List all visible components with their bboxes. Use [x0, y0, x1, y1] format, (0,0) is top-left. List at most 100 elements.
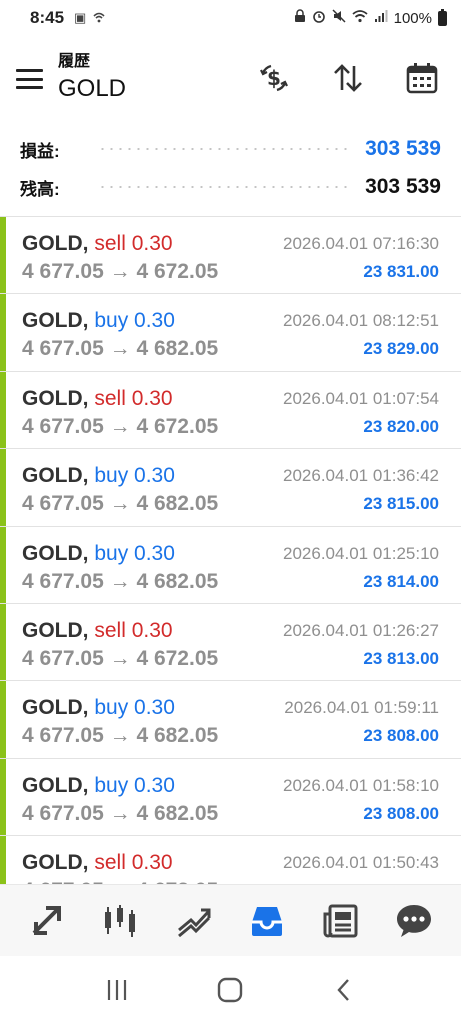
sort-icon[interactable] [328, 58, 368, 98]
trade-profit: 23 815.00 [363, 494, 439, 514]
trade-row[interactable]: GOLD, sell 0.30 4 677.05 → 4 672.05 2026… [0, 371, 461, 450]
trade-row[interactable]: GOLD, sell 0.30 4 677.05 → 4 672.05 2026… [0, 217, 461, 295]
battery-percent: 100% [393, 9, 432, 27]
calendar-icon[interactable] [402, 58, 442, 98]
position-indicator [0, 217, 6, 294]
trade-title: GOLD, sell 0.30 [22, 386, 173, 412]
open-price: 4 677.05 [22, 724, 104, 748]
tab-history[interactable] [242, 896, 292, 946]
position-indicator [0, 449, 6, 526]
trade-volume: 0.30 [134, 464, 175, 488]
trade-title: GOLD, buy 0.30 [22, 541, 175, 567]
trade-datetime: 2026.04.01 01:59:11 [284, 698, 439, 718]
trade-title: GOLD, sell 0.30 [22, 850, 173, 876]
trade-title: GOLD, sell 0.30 [22, 618, 173, 644]
back-button[interactable] [319, 970, 369, 1010]
system-nav-bar [0, 956, 461, 1024]
trade-datetime: 2026.04.01 07:16:30 [283, 234, 439, 253]
lock-icon [294, 9, 306, 27]
currency-exchange-icon[interactable]: $ [254, 58, 294, 98]
status-bar: 8:45 ▣ 100% [0, 0, 461, 36]
chart-icon [105, 904, 136, 937]
open-price: 4 677.05 [22, 646, 104, 670]
wifi-icon [352, 9, 368, 27]
dotted-leader [98, 186, 348, 188]
header-title: GOLD [58, 75, 127, 102]
trade-volume: 0.30 [131, 851, 173, 875]
recents-button[interactable] [92, 970, 142, 1010]
trade-row[interactable]: GOLD, buy 0.30 4 677.05 → 4 682.05 2026.… [0, 526, 461, 604]
signal-icon [374, 9, 388, 27]
trade-symbol: GOLD, [22, 851, 89, 875]
position-indicator [0, 371, 6, 449]
tab-chart[interactable] [95, 896, 145, 946]
position-indicator [0, 758, 6, 836]
account-summary: 損益: 303 539 残高: 303 539 [0, 130, 461, 206]
trade-side: buy [94, 541, 129, 565]
header-subtitle: 履歴 [58, 53, 91, 70]
trade-row[interactable]: GOLD, sell 0.30 4 677.05 → 4 672.05 2026… [0, 836, 461, 884]
position-indicator [0, 836, 6, 884]
trade-prices: 4 677.05 → 4 682.05 [22, 801, 218, 827]
trade-title: GOLD, buy 0.30 [22, 308, 175, 334]
profit-row: 損益: 303 539 [0, 130, 461, 168]
trade-datetime: 2026.04.01 01:25:10 [283, 543, 439, 563]
home-icon [218, 977, 243, 1003]
trade-side: sell [94, 232, 126, 255]
quotes-icon [32, 905, 61, 935]
close-price: 4 682.05 [136, 569, 219, 593]
position-indicator [0, 526, 6, 603]
close-price: 4 682.05 [136, 337, 219, 361]
tab-trade[interactable] [169, 896, 219, 946]
trade-volume: 0.30 [131, 232, 173, 255]
tab-messages[interactable] [389, 896, 439, 946]
trade-side: sell [94, 386, 126, 410]
svg-text:$: $ [267, 66, 281, 90]
messages-icon [397, 904, 432, 937]
trade-profit: 23 831.00 [363, 262, 439, 281]
close-price: 4 672.05 [136, 260, 219, 283]
trade-symbol: GOLD, [22, 773, 89, 797]
tab-news[interactable] [316, 896, 366, 946]
trade-symbol: GOLD, [22, 309, 89, 333]
trade-symbol: GOLD, [22, 618, 89, 642]
status-time: 8:45 [30, 8, 65, 27]
trade-prices: 4 677.05 → 4 682.05 [22, 569, 218, 595]
balance-value: 303 539 [365, 175, 441, 198]
trade-title: GOLD, buy 0.30 [22, 463, 175, 489]
close-price: 4 672.05 [136, 414, 219, 438]
balance-row: 残高: 303 539 [0, 168, 461, 206]
wifi-call-icon [92, 10, 106, 27]
home-button[interactable] [205, 970, 255, 1010]
trade-row[interactable]: GOLD, sell 0.30 4 677.05 → 4 672.05 2026… [0, 603, 461, 682]
trade-volume: 0.30 [131, 618, 173, 642]
trade-profit: 23 814.00 [363, 571, 439, 591]
trade-history-list[interactable]: GOLD, sell 0.30 4 677.05 → 4 672.05 2026… [0, 216, 461, 884]
trade-profit: 23 808.00 [363, 726, 439, 746]
news-icon [323, 904, 358, 937]
trade-prices: 4 677.05 → 4 672.05 [22, 646, 218, 672]
close-price: 4 682.05 [136, 801, 219, 825]
trade-prices: 4 677.05 → 4 672.05 [22, 414, 218, 440]
alarm-icon [312, 9, 326, 27]
trade-title: GOLD, buy 0.30 [22, 695, 175, 721]
close-price: 4 682.05 [136, 492, 219, 516]
open-price: 4 677.05 [22, 414, 104, 438]
trade-profit: 23 813.00 [363, 648, 439, 668]
history-icon [252, 906, 283, 936]
trade-symbol: GOLD, [22, 696, 89, 720]
trade-profit: 23 808.00 [363, 803, 439, 823]
trade-row[interactable]: GOLD, buy 0.30 4 677.05 → 4 682.05 2026.… [0, 681, 461, 759]
trade-row[interactable]: GOLD, buy 0.30 4 677.05 → 4 682.05 2026.… [0, 758, 461, 837]
open-price: 4 677.05 [22, 260, 104, 283]
trade-volume: 0.30 [131, 386, 173, 410]
profit-label: 損益: [20, 141, 60, 161]
tab-quotes[interactable] [22, 896, 72, 946]
arrow-icon: → [109, 260, 131, 283]
trade-row[interactable]: GOLD, buy 0.30 4 677.05 → 4 682.05 2026.… [0, 449, 461, 527]
gallery-notification-icon: ▣ [74, 10, 87, 25]
position-indicator [0, 681, 6, 758]
trade-row[interactable]: GOLD, buy 0.30 4 677.05 → 4 682.05 2026.… [0, 294, 461, 372]
menu-icon[interactable] [16, 69, 43, 89]
dotted-leader [98, 148, 348, 150]
